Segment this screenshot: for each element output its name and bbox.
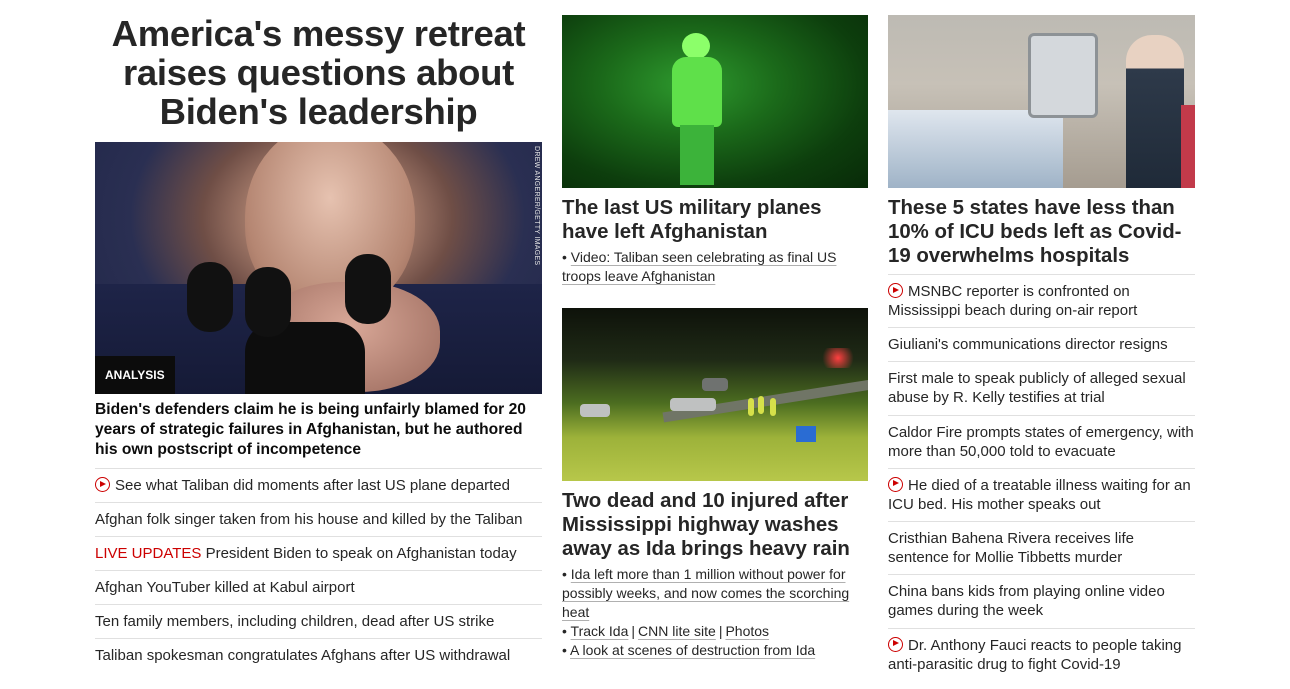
list-item[interactable]: He died of a treatable illness waiting f… bbox=[888, 467, 1195, 521]
sublink-item: • Ida left more than 1 million without p… bbox=[562, 566, 850, 620]
sublink-item: • A look at scenes of destruction from I… bbox=[562, 642, 816, 658]
sublink-item: • Video: Taliban seen celebrating as fin… bbox=[562, 249, 837, 284]
list-item-text: Dr. Anthony Fauci reacts to people takin… bbox=[888, 636, 1182, 673]
list-item[interactable]: First male to speak publicly of alleged … bbox=[888, 361, 1195, 414]
list-item-text: Ten family members, including children, … bbox=[95, 613, 495, 630]
main-headline-link[interactable]: America's messy retreat raises questions… bbox=[95, 14, 542, 131]
list-item-text: Afghan YouTuber killed at Kabul airport bbox=[95, 579, 355, 596]
story-headline[interactable]: Two dead and 10 injured after Mississipp… bbox=[562, 489, 868, 561]
image-credit: DREW ANGERER/GETTY IMAGES bbox=[533, 146, 540, 266]
list-item-text: Afghan folk singer taken from his house … bbox=[95, 511, 523, 528]
soldier-head bbox=[682, 33, 710, 59]
hospital-bed bbox=[888, 110, 1063, 188]
list-item[interactable]: See what Taliban did moments after last … bbox=[95, 468, 542, 502]
soldier-body bbox=[672, 57, 722, 127]
cnn-lite-link[interactable]: CNN lite site bbox=[638, 623, 716, 639]
list-item[interactable]: MSNBC reporter is confronted on Mississi… bbox=[888, 274, 1195, 327]
list-item-text: Caldor Fire prompts states of emergency,… bbox=[888, 423, 1194, 460]
story-sublinks: • Ida left more than 1 million without p… bbox=[562, 565, 868, 660]
list-item[interactable]: Afghan folk singer taken from his house … bbox=[95, 502, 542, 536]
soldier-night-vision-image[interactable] bbox=[562, 15, 868, 188]
analysis-tag: ANALYSIS bbox=[95, 356, 175, 394]
track-ida-link[interactable]: Track Ida bbox=[571, 623, 629, 639]
flood-scene-image[interactable] bbox=[562, 308, 868, 481]
separator: | bbox=[718, 623, 723, 639]
emergency-lights bbox=[818, 348, 858, 368]
list-item-text: First male to speak publicly of alleged … bbox=[888, 370, 1186, 407]
microphone bbox=[345, 254, 391, 324]
story-sublinks: • Video: Taliban seen celebrating as fin… bbox=[562, 248, 868, 286]
car bbox=[702, 378, 728, 391]
video-play-icon bbox=[95, 477, 110, 492]
medical-monitor bbox=[1028, 33, 1098, 118]
list-item-text: He died of a treatable illness waiting f… bbox=[888, 476, 1191, 513]
microphone bbox=[245, 267, 291, 337]
rescuer bbox=[748, 398, 754, 416]
list-item[interactable]: Caldor Fire prompts states of emergency,… bbox=[888, 414, 1195, 468]
list-item-text: Giuliani's communications director resig… bbox=[888, 336, 1168, 354]
list-item-text: See what Taliban did moments after last … bbox=[115, 477, 510, 494]
photos-link[interactable]: Photos bbox=[725, 623, 769, 639]
video-play-icon bbox=[888, 476, 903, 492]
live-updates-label: LIVE UPDATES bbox=[95, 545, 202, 562]
list-item-text: MSNBC reporter is confronted on Mississi… bbox=[888, 283, 1138, 319]
list-item[interactable]: Dr. Anthony Fauci reacts to people takin… bbox=[888, 627, 1195, 681]
story-headline[interactable]: These 5 states have less than 10% of ICU… bbox=[888, 196, 1195, 268]
car bbox=[670, 398, 716, 411]
list-item[interactable]: Cristhian Bahena Rivera receives life se… bbox=[888, 521, 1195, 574]
car bbox=[580, 404, 610, 417]
sublink[interactable]: A look at scenes of destruction from Ida bbox=[570, 642, 815, 658]
list-item[interactable]: Giuliani's communications director resig… bbox=[888, 327, 1195, 361]
list-item-text: President Biden to speak on Afghanistan … bbox=[201, 545, 517, 562]
list-item[interactable]: Taliban spokesman congratulates Afghans … bbox=[95, 638, 542, 672]
sublink-item: • Track Ida | CNN lite site | Photos bbox=[562, 623, 770, 639]
sublink[interactable]: Video: Taliban seen celebrating as final… bbox=[562, 249, 836, 284]
separator: | bbox=[631, 623, 636, 639]
lead-story-link[interactable]: Biden's defenders claim he is being unfa… bbox=[95, 400, 542, 460]
microphone bbox=[187, 262, 233, 332]
list-item-text: China bans kids from playing online vide… bbox=[888, 583, 1165, 620]
nurse-figure bbox=[1126, 35, 1184, 188]
curtain bbox=[1181, 105, 1195, 188]
hero-image[interactable]: DREW ANGERER/GETTY IMAGES ANALYSIS bbox=[95, 142, 542, 394]
rescuer bbox=[758, 396, 764, 414]
story-headline[interactable]: The last US military planes have left Af… bbox=[562, 196, 868, 244]
video-play-icon bbox=[888, 283, 903, 298]
list-item-text: Taliban spokesman congratulates Afghans … bbox=[95, 647, 511, 664]
list-item[interactable]: Afghan YouTuber killed at Kabul airport bbox=[95, 570, 542, 604]
right-story-list: MSNBC reporter is confronted on Mississi… bbox=[888, 274, 1195, 681]
list-item[interactable]: China bans kids from playing online vide… bbox=[888, 574, 1195, 627]
list-item[interactable]: LIVE UPDATES President Biden to speak on… bbox=[95, 536, 542, 570]
left-column: America's messy retreat raises questions… bbox=[95, 0, 542, 664]
cooler bbox=[796, 426, 816, 442]
rescuer bbox=[770, 398, 776, 416]
video-play-icon bbox=[888, 636, 903, 652]
soldier-legs bbox=[680, 125, 714, 185]
list-item-text: Cristhian Bahena Rivera receives life se… bbox=[888, 530, 1134, 567]
left-story-list: See what Taliban did moments after last … bbox=[95, 468, 542, 672]
hospital-icu-image[interactable] bbox=[888, 15, 1195, 188]
sublink[interactable]: Ida left more than 1 million without pow… bbox=[562, 566, 849, 620]
list-item[interactable]: Ten family members, including children, … bbox=[95, 604, 542, 638]
soldier-figure bbox=[672, 33, 722, 188]
